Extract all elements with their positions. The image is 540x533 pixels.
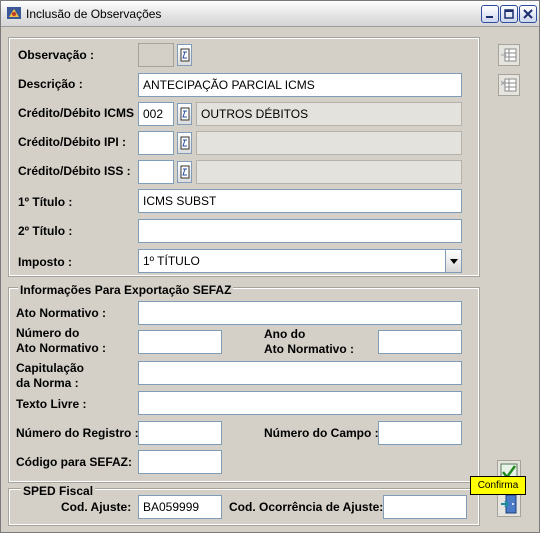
cd-ipi-description	[196, 131, 462, 155]
chevron-down-icon	[449, 258, 458, 264]
numero-ato-field[interactable]	[138, 330, 222, 354]
minimize-icon	[486, 16, 493, 18]
app-icon	[7, 7, 21, 19]
maximize-button[interactable]	[500, 5, 518, 23]
cod-ocorrencia-label: Cod. Ocorrência de Ajuste:	[229, 500, 384, 514]
cd-ipi-label: Crédito/Débito IPI :	[18, 135, 126, 149]
descricao-field[interactable]: ANTECIPAÇÃO PARCIAL ICMS	[138, 73, 462, 97]
close-button[interactable]	[519, 5, 537, 23]
delete-row-icon	[501, 78, 517, 92]
numero-ato-label-line2: Ato Normativo :	[16, 341, 106, 355]
cd-iss-lookup-button[interactable]	[177, 161, 192, 183]
title-bar[interactable]: Inclusão de Observações	[1, 1, 539, 27]
imposto-selected-value: 1º TÍTULO	[143, 254, 200, 268]
cd-iss-description	[196, 160, 462, 184]
titulo1-label: 1º Título :	[18, 195, 73, 209]
lookup-icon	[180, 48, 189, 62]
numero-campo-field[interactable]	[378, 421, 462, 445]
imposto-label: Imposto :	[18, 255, 72, 269]
ano-ato-label-line1: Ano do	[264, 327, 306, 341]
observacao-label: Observação :	[18, 48, 95, 62]
numero-registro-field[interactable]	[138, 421, 222, 445]
capitulacao-field[interactable]	[138, 361, 462, 385]
texto-livre-label: Texto Livre :	[16, 397, 87, 411]
cod-ajuste-label: Cod. Ajuste:	[61, 500, 132, 514]
ato-normativo-label: Ato Normativo :	[16, 306, 106, 320]
lookup-icon	[180, 165, 189, 179]
observacao-field[interactable]	[138, 43, 174, 67]
lookup-icon	[180, 136, 189, 150]
insert-row-icon	[501, 48, 517, 62]
cd-iss-code-field[interactable]	[138, 160, 174, 184]
cd-ipi-lookup-button[interactable]	[177, 132, 192, 154]
cod-ocorrencia-field[interactable]	[383, 495, 467, 519]
dialog-window: Inclusão de Observações Observação : Des…	[0, 0, 540, 533]
observacao-lookup-button[interactable]	[177, 44, 192, 66]
texto-livre-field[interactable]	[138, 391, 462, 415]
cd-icms-lookup-button[interactable]	[177, 103, 192, 125]
codigo-sefaz-label: Código para SEFAZ:	[16, 455, 133, 469]
capitulacao-label-line2: da Norma :	[16, 376, 79, 390]
descricao-label: Descrição :	[18, 77, 83, 91]
titulo2-label: 2º Título :	[18, 224, 73, 238]
ano-ato-field[interactable]	[378, 330, 462, 354]
cd-icms-code-field[interactable]: 002	[138, 102, 174, 126]
cd-ipi-code-field[interactable]	[138, 131, 174, 155]
lookup-icon	[180, 107, 189, 121]
sefaz-section-title: Informações Para Exportação SEFAZ	[18, 283, 234, 297]
exit-door-icon	[501, 494, 517, 514]
imposto-select[interactable]: 1º TÍTULO	[138, 249, 462, 273]
capitulacao-label-line1: Capitulação	[16, 361, 85, 375]
numero-campo-label: Número do Campo :	[264, 426, 379, 440]
cod-ajuste-field[interactable]: BA059999	[138, 495, 222, 519]
window-title: Inclusão de Observações	[26, 7, 162, 21]
insert-row-button[interactable]	[498, 44, 520, 66]
codigo-sefaz-field[interactable]	[138, 450, 222, 474]
cd-icms-description: OUTROS DÉBITOS	[196, 102, 462, 126]
maximize-icon	[504, 9, 514, 19]
confirm-tooltip: Confirma	[470, 476, 526, 495]
titulo2-field[interactable]	[138, 219, 462, 243]
cd-iss-label: Crédito/Débito ISS :	[18, 164, 131, 178]
ano-ato-label-line2: Ato Normativo :	[264, 342, 354, 356]
titulo1-field[interactable]: ICMS SUBST	[138, 189, 462, 213]
cd-icms-label: Crédito/Débito ICMS :	[18, 106, 142, 120]
delete-row-button[interactable]	[498, 74, 520, 96]
numero-ato-label-line1: Número do	[16, 326, 80, 340]
close-icon	[523, 9, 533, 19]
numero-registro-label: Número do Registro :	[16, 426, 139, 440]
imposto-dropdown-button[interactable]	[445, 250, 461, 272]
ato-normativo-field[interactable]	[138, 301, 462, 325]
minimize-button[interactable]	[481, 5, 499, 23]
sped-section-title: SPED Fiscal	[21, 484, 96, 498]
